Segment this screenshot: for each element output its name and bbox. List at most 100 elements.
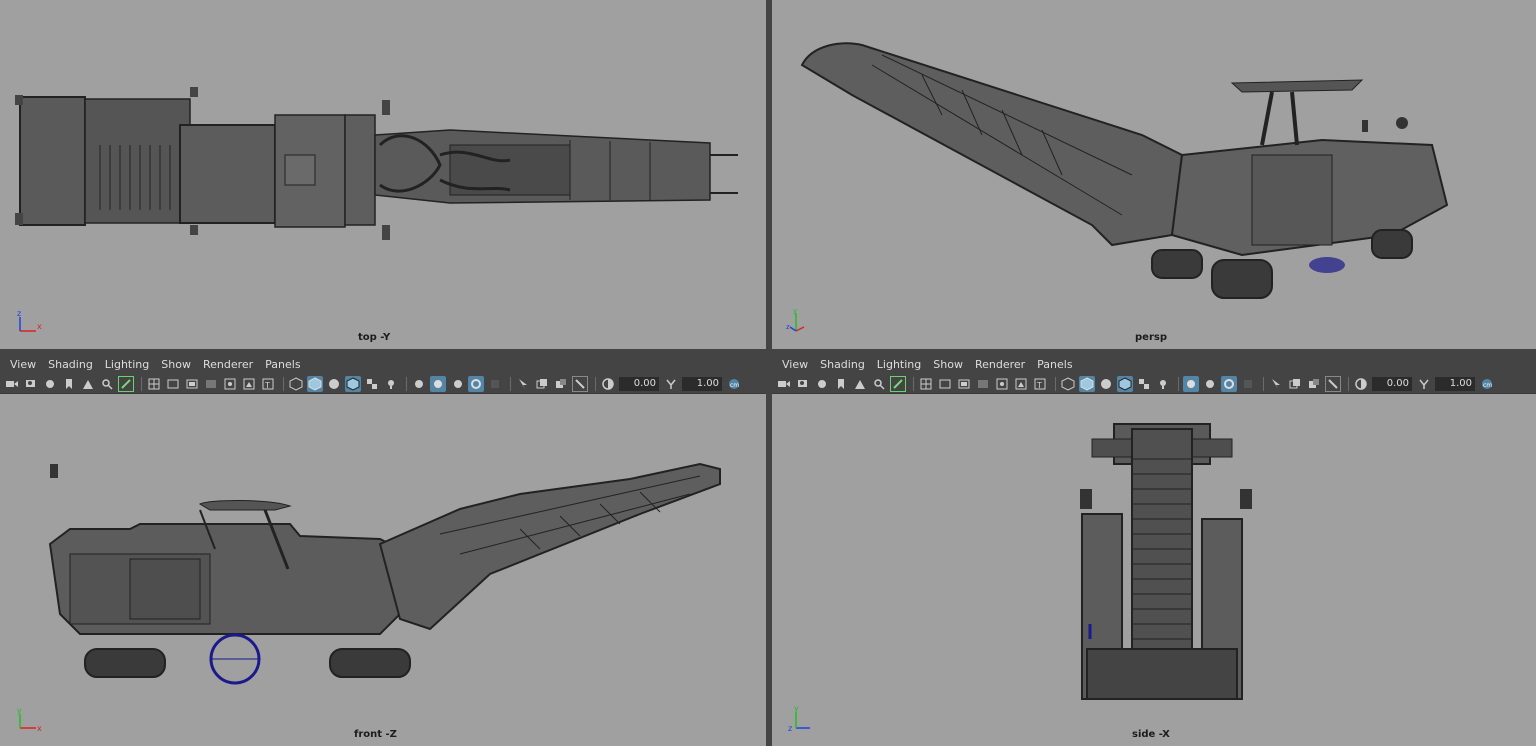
axis-gizmo-top: x z — [17, 309, 42, 332]
two-d-pan-zoom-icon[interactable] — [871, 376, 887, 392]
isolate-select-icon[interactable] — [515, 376, 531, 392]
field-chart-icon[interactable] — [994, 376, 1010, 392]
wireframe-icon[interactable] — [288, 376, 304, 392]
model-front-view — [48, 462, 721, 685]
two-d-pan-zoom-icon[interactable] — [99, 376, 115, 392]
xray-icon[interactable] — [1287, 376, 1303, 392]
model-side-view — [1080, 423, 1252, 700]
menu-lighting[interactable]: Lighting — [871, 358, 927, 371]
bookmark-icon[interactable] — [833, 376, 849, 392]
toolbar-separator — [283, 376, 284, 391]
lights-icon[interactable] — [383, 376, 399, 392]
safe-action-icon[interactable] — [241, 376, 257, 392]
toolbar-separator — [1263, 376, 1264, 391]
wireframe-on-shaded-icon[interactable] — [345, 375, 361, 392]
anti-aliasing-icon[interactable] — [1221, 375, 1237, 392]
safe-title-icon[interactable]: T — [260, 376, 276, 392]
menu-shading[interactable]: Shading — [814, 358, 871, 371]
resolution-gate-icon[interactable] — [184, 376, 200, 392]
color-management-icon[interactable]: cm — [726, 376, 742, 392]
select-camera-icon[interactable] — [4, 376, 20, 392]
maya-viewports: x z top -Y y z persp View Shading Lighti… — [0, 0, 1536, 746]
shadows-icon[interactable] — [1183, 375, 1199, 392]
model-persp-view — [800, 42, 1449, 299]
model-top-view — [15, 87, 738, 240]
bookmark-icon[interactable] — [61, 376, 77, 392]
anti-aliasing-icon[interactable] — [468, 375, 484, 392]
menu-lighting[interactable]: Lighting — [99, 358, 155, 371]
menu-show[interactable]: Show — [927, 358, 969, 371]
exposure-field[interactable]: 0.00 — [619, 376, 659, 391]
gamma-field[interactable]: 1.00 — [1435, 376, 1475, 391]
svg-text:cm: cm — [1483, 382, 1492, 389]
depth-of-field-icon[interactable] — [487, 376, 503, 392]
bookmark-camera-icon[interactable] — [814, 376, 830, 392]
grid-icon[interactable] — [918, 376, 934, 392]
resolution-gate-icon[interactable] — [956, 376, 972, 392]
grease-pencil-icon[interactable] — [118, 375, 134, 392]
panel-toolbar-front: T 0.00 1.00 cm — [0, 374, 766, 394]
depth-of-field-icon[interactable] — [1240, 376, 1256, 392]
svg-text:z: z — [786, 323, 790, 331]
menu-panels[interactable]: Panels — [1031, 358, 1078, 371]
safe-title-icon[interactable]: T — [1032, 376, 1048, 392]
svg-text:y: y — [17, 706, 22, 715]
default-material-icon[interactable] — [1098, 376, 1114, 392]
xray-joints-icon[interactable] — [1306, 376, 1322, 392]
smooth-shade-icon[interactable] — [1079, 375, 1095, 392]
viewport-top[interactable]: x z top -Y — [0, 0, 766, 349]
bookmark-camera-icon[interactable] — [42, 376, 58, 392]
film-gate-icon[interactable] — [165, 376, 181, 392]
gamma-icon[interactable] — [663, 376, 679, 392]
toolbar-separator — [913, 376, 914, 391]
textured-icon[interactable] — [1136, 376, 1152, 392]
menu-renderer[interactable]: Renderer — [969, 358, 1031, 371]
menu-view[interactable]: View — [776, 358, 814, 371]
film-gate-icon[interactable] — [937, 376, 953, 392]
svg-text:z: z — [17, 309, 21, 318]
gate-mask-icon[interactable] — [203, 376, 219, 392]
textured-icon[interactable] — [364, 376, 380, 392]
default-material-icon[interactable] — [326, 376, 342, 392]
camera-attributes-icon[interactable] — [23, 376, 39, 392]
grease-pencil-icon[interactable] — [890, 375, 906, 392]
exposure-field[interactable]: 0.00 — [1372, 376, 1412, 391]
select-camera-icon[interactable] — [776, 376, 792, 392]
shadows-icon[interactable] — [411, 376, 427, 392]
xray-active-icon[interactable] — [572, 375, 588, 392]
motion-blur-icon[interactable] — [449, 376, 465, 392]
viewport-front[interactable]: x y front -Z — [0, 394, 766, 746]
lights-icon[interactable] — [1155, 376, 1171, 392]
gamma-icon[interactable] — [1416, 376, 1432, 392]
smooth-shade-icon[interactable] — [307, 375, 323, 392]
menu-shading[interactable]: Shading — [42, 358, 99, 371]
menu-view[interactable]: View — [4, 358, 42, 371]
exposure-icon[interactable] — [600, 376, 616, 392]
svg-text:T: T — [1036, 381, 1042, 390]
isolate-select-icon[interactable] — [1268, 376, 1284, 392]
image-plane-icon[interactable] — [80, 376, 96, 392]
xray-active-icon[interactable] — [1325, 375, 1341, 392]
image-plane-icon[interactable] — [852, 376, 868, 392]
wireframe-icon[interactable] — [1060, 376, 1076, 392]
safe-action-icon[interactable] — [1013, 376, 1029, 392]
camera-attributes-icon[interactable] — [795, 376, 811, 392]
exposure-icon[interactable] — [1353, 376, 1369, 392]
grid-icon[interactable] — [146, 376, 162, 392]
field-chart-icon[interactable] — [222, 376, 238, 392]
svg-text:x: x — [37, 322, 42, 331]
ambient-occlusion-icon[interactable] — [430, 375, 446, 392]
xray-joints-icon[interactable] — [553, 376, 569, 392]
viewport-label-front: front -Z — [354, 729, 397, 740]
ambient-occlusion-icon[interactable] — [1202, 376, 1218, 392]
viewport-persp[interactable]: y z persp — [772, 0, 1536, 349]
menu-show[interactable]: Show — [155, 358, 197, 371]
menu-renderer[interactable]: Renderer — [197, 358, 259, 371]
gate-mask-icon[interactable] — [975, 376, 991, 392]
wireframe-on-shaded-icon[interactable] — [1117, 375, 1133, 392]
gamma-field[interactable]: 1.00 — [682, 376, 722, 391]
color-management-icon[interactable]: cm — [1479, 376, 1495, 392]
menu-panels[interactable]: Panels — [259, 358, 306, 371]
viewport-side[interactable]: z y side -X — [772, 394, 1536, 746]
xray-icon[interactable] — [534, 376, 550, 392]
